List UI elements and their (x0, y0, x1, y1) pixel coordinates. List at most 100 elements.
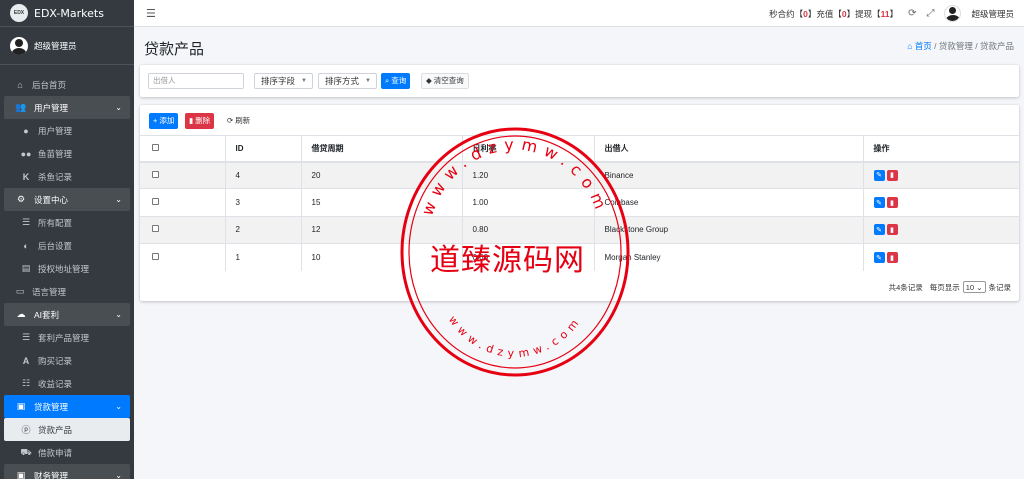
caret-down-icon: ⌄ (976, 283, 983, 292)
row-select-cell[interactable] (140, 215, 225, 244)
edit-icon[interactable]: ✎ (873, 252, 885, 264)
row-select-cell[interactable] (140, 160, 225, 189)
sidebar-item-label: 财务管理 (34, 470, 69, 479)
sidebar-item-auth-address[interactable]: ▤ 授权地址管理 (0, 257, 134, 280)
cell-period: 10 (300, 243, 462, 272)
sidebar-item-language[interactable]: ▭ 语言管理 (0, 280, 134, 303)
table-row[interactable]: 2 12 0.80 Blackstone Group ✎ ▮ (140, 215, 1019, 244)
caret-down-icon: ▼ (365, 78, 371, 84)
page-size-select[interactable]: 10 ⌄ (962, 281, 986, 293)
column-header-lender[interactable]: 出借人 (593, 135, 863, 163)
cell-id: 3 (224, 188, 301, 217)
sidebar-item-label: AI套利 (34, 309, 60, 320)
id-card-icon: ▭ (15, 286, 25, 296)
button-label: 删除 (195, 116, 211, 125)
row-checkbox[interactable] (152, 253, 159, 261)
sidebar-item-all-config[interactable]: ☰ 所有配置 (0, 211, 134, 234)
sidebar-item-admin-settings[interactable]: ◐ 后台设置 (0, 234, 134, 257)
sidebar-item-label: 套利产品管理 (38, 332, 90, 343)
button-label: 查询 (391, 76, 407, 85)
sidebar-group-loan[interactable]: ▣ 贷款管理 ⌄ (4, 395, 130, 418)
top-right: 秒合约【0】充值【0】提现【11】 ⟳ ⤢ 超级管理员 (769, 0, 1014, 27)
avatar[interactable] (944, 5, 962, 22)
k-icon: K (22, 171, 30, 182)
sidebar-item-label: 后台首页 (32, 79, 67, 90)
sidebar-group-users[interactable]: 👥 用户管理 ⌄ (4, 96, 130, 119)
sidebar-item-income-records[interactable]: ☷ 收益记录 (0, 372, 134, 395)
edit-icon[interactable]: ✎ (873, 169, 885, 181)
sidebar-item-kill-records[interactable]: K 杀鱼记录 (0, 165, 134, 188)
cell-lender: Blackstone Group (593, 215, 863, 244)
sidebar-group-ai-arbitrage[interactable]: ☁ AI套利 ⌄ (4, 303, 130, 326)
cell-id: 1 (224, 243, 301, 272)
button-label: 添加 (159, 116, 175, 125)
trash-icon[interactable]: ▮ (886, 224, 898, 236)
brand-logo: EDX (10, 4, 28, 22)
sidebar-item-label: 语言管理 (32, 286, 67, 297)
row-checkbox[interactable] (152, 170, 159, 178)
fullscreen-icon[interactable]: ⤢ (926, 8, 934, 19)
cell-rate: 1.00 (461, 188, 594, 217)
row-checkbox[interactable] (152, 225, 159, 233)
cell-period: 15 (300, 188, 462, 217)
edit-icon[interactable]: ✎ (873, 197, 885, 209)
avatar (10, 36, 28, 55)
column-header-period[interactable]: 借贷周期 (300, 135, 462, 163)
clear-query-button[interactable]: ◆ 清空查询 (421, 73, 469, 89)
brand[interactable]: EDX EDX-Markets (0, 0, 134, 27)
delete-button[interactable]: ▮ 删除 (185, 113, 215, 129)
sidebar-item-loan-applications[interactable]: ⛟ 借款申请 (0, 441, 134, 464)
sidebar-item-label: 后台设置 (38, 240, 73, 251)
sidebar-item-purchase-records[interactable]: A 购买记录 (0, 349, 134, 372)
sort-order-select[interactable]: 排序方式 ▼ (318, 73, 377, 89)
table-row[interactable]: 3 15 1.00 Coinbase ✎ ▮ (140, 188, 1019, 217)
trash-icon[interactable]: ▮ (886, 169, 898, 181)
sidebar-nav: ⌂ 后台首页 👥 用户管理 ⌄ ● 用户管理 ●● 鱼苗管理 K 杀鱼记录 ⚙ 设置中心 ⌄ ☰… (0, 65, 134, 479)
row-select-cell[interactable] (140, 188, 225, 217)
refresh-icon[interactable]: ⟳ (908, 8, 916, 19)
edit-icon[interactable]: ✎ (873, 224, 885, 236)
sidebar-item-loan-products[interactable]: ⓟ 贷款产品 (4, 418, 130, 441)
select-value: 10 (965, 283, 975, 292)
sidebar-item-user-manage[interactable]: ● 用户管理 (0, 119, 134, 142)
row-select-cell[interactable] (140, 243, 225, 272)
select-all-cell[interactable] (140, 135, 225, 163)
sidebar-group-finance[interactable]: ▣ 财务管理 ⌄ (4, 464, 130, 479)
row-checkbox[interactable] (152, 198, 159, 206)
home-icon: ⌂ (907, 41, 913, 51)
breadcrumb-home[interactable]: ⌂ 首页 (907, 41, 932, 51)
pagination-info: 共4条记录 每页显示 10 ⌄ 条记录 (889, 281, 1011, 293)
total-records: 共4条记录 (888, 282, 923, 292)
select-all-checkbox[interactable] (152, 143, 159, 151)
home-icon: ⌂ (17, 79, 23, 90)
menu-toggle-icon[interactable]: ☰ (146, 7, 156, 20)
trash-icon[interactable]: ▮ (886, 197, 898, 209)
users-icon: ●● (20, 148, 32, 159)
sort-field-select[interactable]: 排序字段 ▼ (254, 73, 313, 89)
top-user-name[interactable]: 超级管理员 (971, 8, 1014, 20)
stats-label: 】充值【 (807, 8, 842, 19)
sidebar-item-fish-manage[interactable]: ●● 鱼苗管理 (0, 142, 134, 165)
cell-actions: ✎ ▮ (862, 243, 1019, 272)
breadcrumb-item[interactable]: 贷款管理 (939, 41, 973, 51)
sidebar-group-settings[interactable]: ⚙ 设置中心 ⌄ (4, 188, 130, 211)
chevron-down-icon: ⌄ (115, 471, 122, 479)
lender-search-input[interactable]: 出借人 (148, 73, 244, 89)
table-row[interactable]: 1 10 0.60 Morgan Stanley ✎ ▮ (140, 243, 1019, 272)
sidebar-item-home[interactable]: ⌂ 后台首页 (0, 73, 134, 96)
column-header-rate[interactable]: 日利率 (461, 135, 594, 163)
sidebar-item-arbitrage-products[interactable]: ☰ 套利产品管理 (0, 326, 134, 349)
trash-icon[interactable]: ▮ (886, 252, 898, 264)
table-row[interactable]: 4 20 1.20 Binance ✎ ▮ (140, 160, 1019, 189)
sidebar: EDX EDX-Markets 超级管理员 ⌂ 后台首页 👥 用户管理 ⌄ ● 用户管理… (0, 0, 134, 479)
user-panel[interactable]: 超级管理员 (0, 27, 134, 65)
cell-actions: ✎ ▮ (862, 215, 1019, 244)
refresh-button[interactable]: ⟳ 刷新 (223, 113, 254, 129)
search-button[interactable]: ⌕ 查询 (381, 73, 411, 89)
half-circle-icon: ◐ (23, 240, 29, 251)
a-box-icon: A (22, 355, 30, 366)
column-header-id[interactable]: ID (224, 135, 301, 163)
cell-lender: Morgan Stanley (593, 243, 863, 272)
add-button[interactable]: + 添加 (149, 113, 179, 129)
pending-stats[interactable]: 秒合约【0】充值【0】提现【11】 (769, 8, 898, 20)
